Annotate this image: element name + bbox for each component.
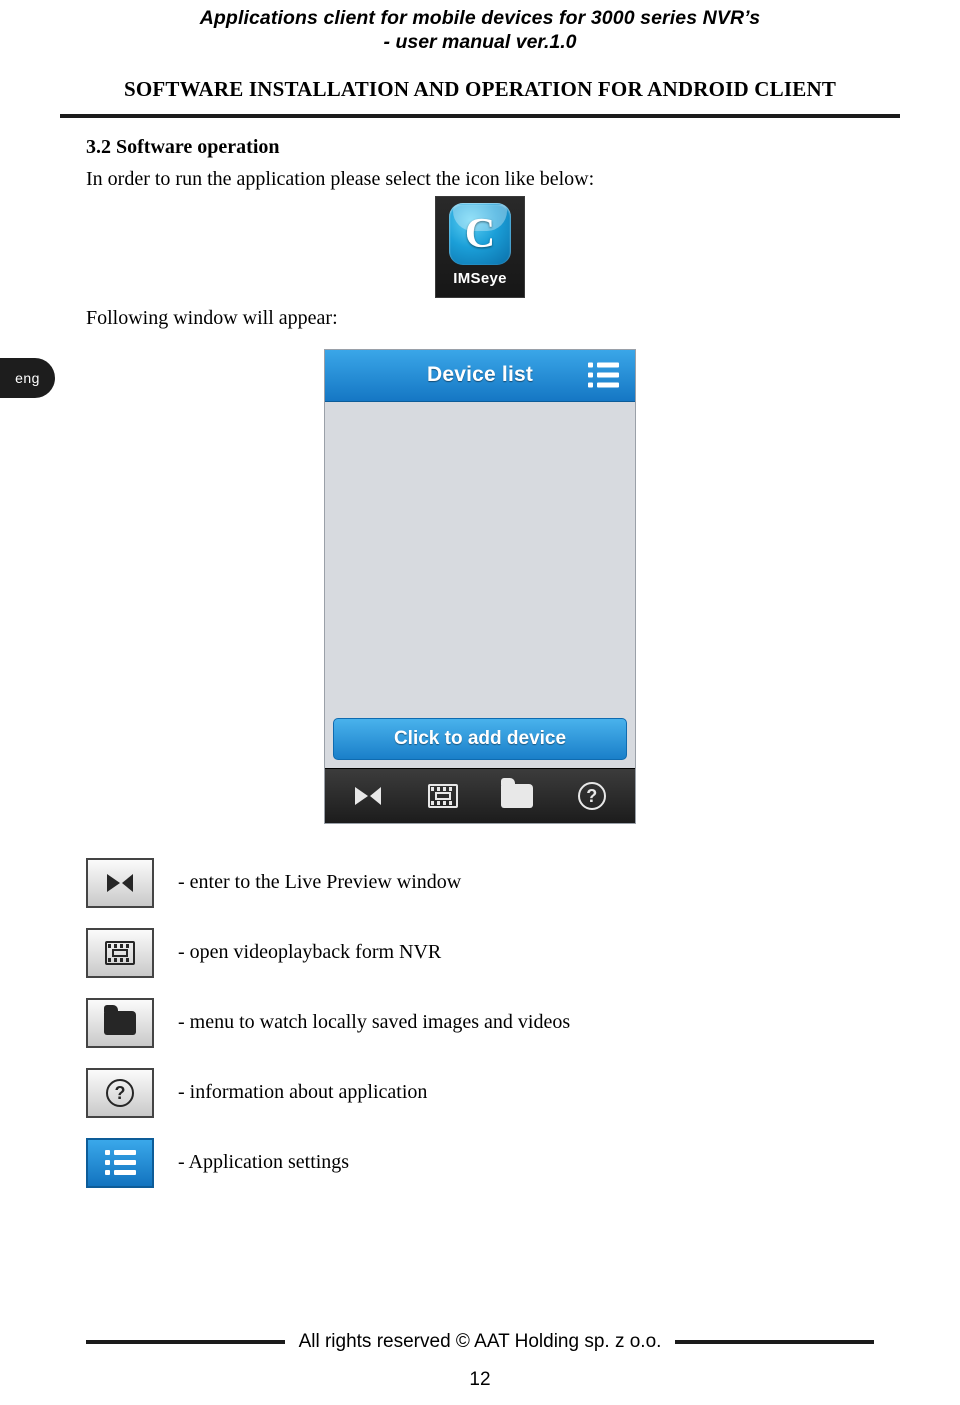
legend-item: - enter to the Live Preview window [86, 857, 960, 908]
imseye-app-icon: C IMSeye [435, 195, 525, 298]
document-footer: All rights reserved © AAT Holding sp. z … [0, 1331, 960, 1353]
app-icon-badge: C [449, 202, 511, 265]
device-list-empty-area [325, 401, 635, 718]
phone-title: Device list [426, 363, 534, 387]
main-content-2: Following window will appear: [0, 305, 960, 331]
header-divider [60, 113, 900, 118]
legend-label: - Application settings [178, 1151, 350, 1174]
footer-rule-right [675, 1340, 875, 1344]
icon-legend: - enter to the Live Preview window - ope… [0, 857, 960, 1188]
app-icon-label: IMSeye [453, 269, 507, 287]
legend-label: - information about application [178, 1081, 428, 1104]
add-device-button[interactable]: Click to add device [333, 717, 627, 760]
folder-icon [86, 997, 154, 1048]
phone-titlebar: Device list [325, 349, 635, 402]
live-preview-icon [86, 857, 154, 908]
app-icon-figure: C IMSeye [0, 195, 960, 298]
phone-screenshot-figure: Device list Click to add device ? [0, 348, 960, 824]
question-help-icon[interactable]: ? [571, 779, 613, 813]
playback-film-icon[interactable] [422, 779, 464, 813]
paragraph-following-window: Following window will appear: [86, 306, 338, 329]
header-title-line2: - user manual ver.1.0 [383, 31, 577, 54]
list-menu-icon[interactable] [588, 362, 619, 388]
phone-bottom-toolbar: ? [325, 767, 635, 823]
footer-copyright: All rights reserved © AAT Holding sp. z … [298, 1331, 662, 1352]
legend-item: - menu to watch locally saved images and… [86, 997, 960, 1048]
section-title: SOFTWARE INSTALLATION AND OPERATION FOR … [123, 76, 837, 101]
folder-icon[interactable] [496, 777, 538, 813]
legend-label: - menu to watch locally saved images and… [178, 1011, 571, 1034]
app-icon-letter: C [464, 210, 496, 257]
question-help-icon: ? [86, 1067, 154, 1118]
document-header: Applications client for mobile devices f… [0, 0, 960, 55]
live-preview-icon[interactable] [347, 779, 389, 813]
legend-item: ? - information about application [86, 1067, 960, 1118]
list-menu-icon [86, 1137, 154, 1188]
legend-label: - open videoplayback form NVR [178, 941, 442, 964]
legend-item: - Application settings [86, 1137, 960, 1188]
legend-item: - open videoplayback form NVR [86, 927, 960, 978]
legend-label: - enter to the Live Preview window [178, 871, 462, 894]
playback-film-icon [86, 927, 154, 978]
paragraph-run-application: In order to run the application please s… [86, 167, 595, 190]
subsection-heading: 3.2 Software operation [86, 135, 280, 158]
phone-screenshot: Device list Click to add device ? [324, 348, 636, 824]
language-tab-eng: eng [0, 358, 55, 398]
main-content: 3.2 Software operation In order to run t… [0, 136, 960, 192]
add-device-area: Click to add device [325, 717, 635, 768]
page-number: 12 [469, 1369, 491, 1390]
footer-rule-left [86, 1340, 285, 1344]
header-title-line1: Applications client for mobile devices f… [199, 7, 761, 29]
